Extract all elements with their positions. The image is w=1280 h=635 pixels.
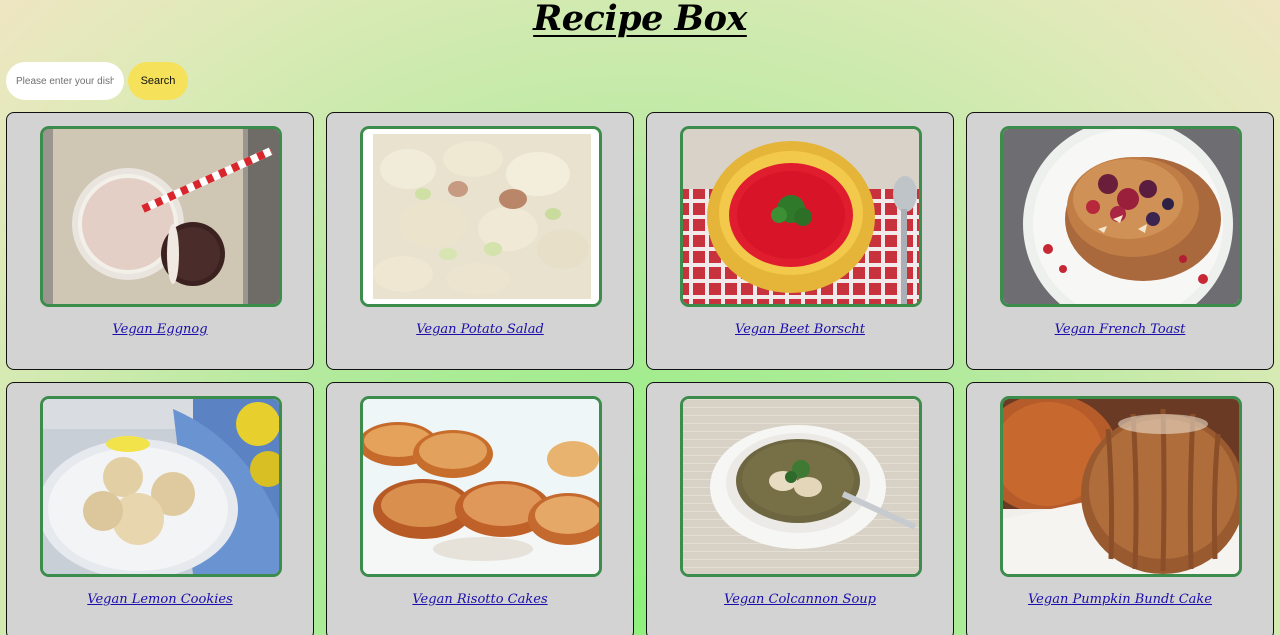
search-input[interactable]: [6, 62, 124, 100]
recipe-card: Vegan French Toast: [966, 112, 1274, 370]
recipe-card: Vegan Risotto Cakes: [326, 382, 634, 635]
recipe-image[interactable]: [680, 396, 922, 577]
recipe-image[interactable]: [1000, 396, 1242, 577]
recipe-link[interactable]: Vegan Lemon Cookies: [7, 592, 313, 607]
recipe-grid: Vegan Eggnog Vegan Potato Salad Vegan Be…: [6, 112, 1274, 635]
recipe-card: Vegan Beet Borscht: [646, 112, 954, 370]
page-title: Recipe Box: [533, 0, 747, 39]
pumpkin-bundt-cake-photo-icon: [1003, 399, 1239, 574]
recipe-card: Vegan Potato Salad: [326, 112, 634, 370]
recipe-image[interactable]: [680, 126, 922, 307]
potato-salad-photo-icon: [363, 129, 599, 304]
recipe-link[interactable]: Vegan French Toast: [967, 322, 1273, 337]
recipe-image[interactable]: [1000, 126, 1242, 307]
search-button[interactable]: Search: [128, 62, 188, 100]
colcannon-soup-photo-icon: [683, 399, 919, 574]
beet-borscht-photo-icon: [683, 129, 919, 304]
recipe-link[interactable]: Vegan Beet Borscht: [647, 322, 953, 337]
recipe-image[interactable]: [360, 396, 602, 577]
recipe-image[interactable]: [360, 126, 602, 307]
french-toast-photo-icon: [1003, 129, 1239, 304]
recipe-link[interactable]: Vegan Potato Salad: [327, 322, 633, 337]
recipe-image[interactable]: [40, 126, 282, 307]
eggnog-photo-icon: [43, 129, 279, 304]
risotto-cakes-photo-icon: [363, 399, 599, 574]
lemon-cookies-photo-icon: [43, 399, 279, 574]
search-bar: Search: [6, 62, 188, 100]
recipe-link[interactable]: Vegan Risotto Cakes: [327, 592, 633, 607]
recipe-link[interactable]: Vegan Colcannon Soup: [647, 592, 953, 607]
recipe-image[interactable]: [40, 396, 282, 577]
recipe-link[interactable]: Vegan Pumpkin Bundt Cake: [967, 592, 1273, 607]
recipe-card: Vegan Lemon Cookies: [6, 382, 314, 635]
recipe-card: Vegan Eggnog: [6, 112, 314, 370]
recipe-card: Vegan Colcannon Soup: [646, 382, 954, 635]
recipe-link[interactable]: Vegan Eggnog: [7, 322, 313, 337]
recipe-card: Vegan Pumpkin Bundt Cake: [966, 382, 1274, 635]
